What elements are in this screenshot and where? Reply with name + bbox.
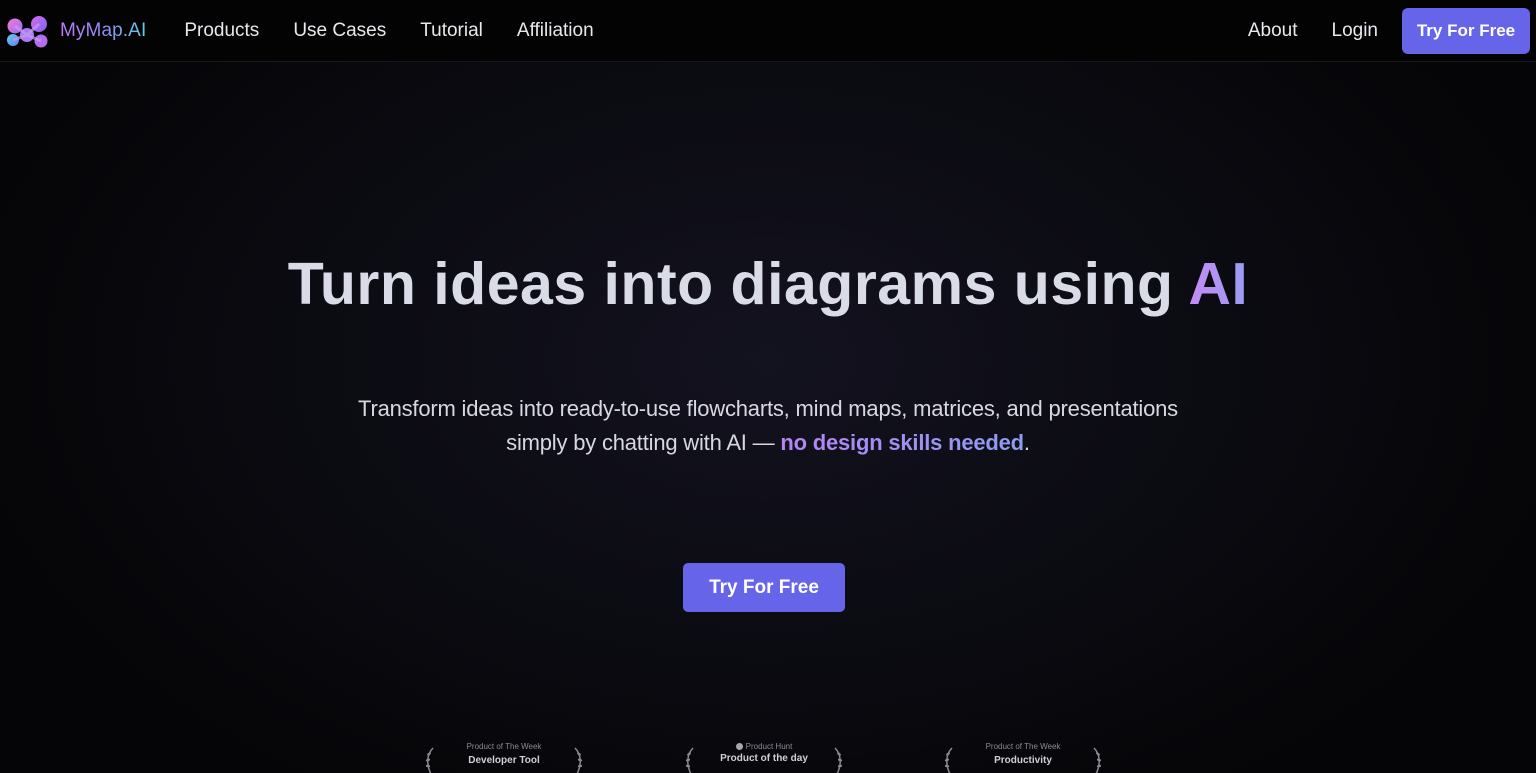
mymap-logo-icon bbox=[4, 13, 50, 49]
badge-product-of-the-day[interactable]: Product Hunt Product of the day bbox=[684, 738, 844, 773]
laurel-right-icon bbox=[1093, 747, 1102, 773]
nav-tutorial[interactable]: Tutorial bbox=[420, 20, 483, 42]
hero-subtitle-line2: simply by chatting with AI — bbox=[506, 430, 781, 455]
nav-login[interactable]: Login bbox=[1332, 20, 1379, 42]
main-nav: Products Use Cases Tutorial Affiliation bbox=[184, 20, 627, 42]
hero-subtitle: Transform ideas into ready-to-use flowch… bbox=[0, 392, 1536, 460]
badge-productivity[interactable]: Product of The Week Productivity bbox=[943, 738, 1103, 773]
nav-about[interactable]: About bbox=[1248, 20, 1298, 42]
brand-link[interactable]: MyMap.AI bbox=[4, 13, 146, 49]
badge-top-label: Product of The Week bbox=[985, 742, 1061, 751]
nav-use-cases[interactable]: Use Cases bbox=[293, 20, 386, 42]
hero-subtitle-line1: Transform ideas into ready-to-use flowch… bbox=[358, 396, 1178, 421]
laurel-right-icon bbox=[574, 747, 583, 773]
badge-developer-tool[interactable]: Product of The Week Developer Tool bbox=[424, 738, 584, 773]
badge-main-label: Product of the day bbox=[720, 753, 808, 764]
badge-top-text: Product Hunt bbox=[745, 742, 793, 751]
hero-title: Turn ideas into diagrams using AI bbox=[0, 250, 1536, 318]
badge-main-label: Productivity bbox=[994, 755, 1052, 766]
landing-page: MyMap.AI Products Use Cases Tutorial Aff… bbox=[0, 0, 1536, 773]
hero-title-main: Turn ideas into diagrams using bbox=[287, 251, 1189, 317]
top-navbar: MyMap.AI Products Use Cases Tutorial Aff… bbox=[0, 0, 1536, 62]
nav-try-for-free-button[interactable]: Try For Free bbox=[1402, 7, 1530, 54]
badge-main-label: Developer Tool bbox=[468, 755, 540, 766]
badge-top-label: Product of The Week bbox=[466, 742, 542, 751]
laurel-right-icon bbox=[834, 747, 843, 773]
nav-affiliation[interactable]: Affiliation bbox=[517, 20, 594, 42]
hero-subtitle-end: . bbox=[1023, 430, 1030, 455]
product-hunt-icon bbox=[735, 743, 743, 750]
nav-right-group: About Login Try For Free bbox=[1248, 7, 1536, 54]
hero-subtitle-line2-wrap: simply by chatting with AI — no design s… bbox=[0, 426, 1536, 460]
nav-products[interactable]: Products bbox=[184, 20, 259, 42]
hero-subtitle-highlight: no design skills needed bbox=[780, 430, 1024, 455]
hero-title-accent: AI bbox=[1188, 251, 1249, 317]
badge-top-label: Product Hunt bbox=[684, 742, 844, 751]
hero-try-for-free-button[interactable]: Try For Free bbox=[683, 563, 845, 612]
brand-name: MyMap.AI bbox=[60, 19, 147, 41]
